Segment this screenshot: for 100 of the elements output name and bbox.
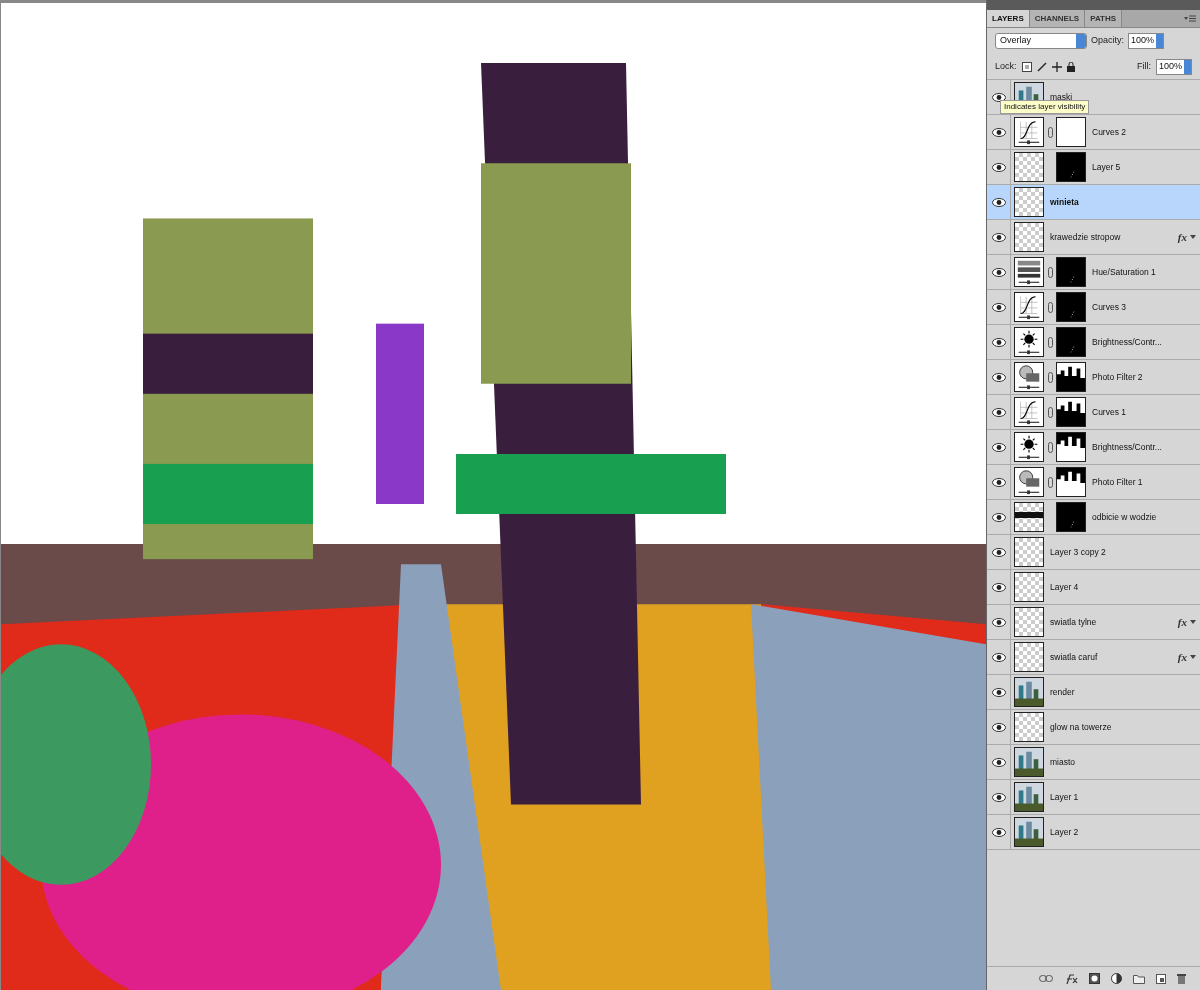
layer-name: Layer 1	[1050, 790, 1080, 804]
lock-transparency-icon[interactable]	[1021, 61, 1032, 72]
layer-mask	[1056, 467, 1086, 497]
folder-icon[interactable]	[1133, 973, 1145, 984]
chain-icon[interactable]	[1047, 371, 1053, 383]
caret-icon[interactable]	[1190, 235, 1196, 239]
layer-mask	[1056, 327, 1086, 357]
layer-row[interactable]: krawedzie stropow fx	[987, 220, 1200, 255]
brightness-icon	[1014, 432, 1044, 462]
layer-name: Brightness/Contr...	[1092, 335, 1163, 349]
layer-mask	[1056, 257, 1086, 287]
new-layer-icon[interactable]	[1156, 973, 1166, 984]
layer-row[interactable]: Layer 3 copy 2	[987, 535, 1200, 570]
layer-name: Layer 4	[1050, 580, 1080, 594]
chain-icon[interactable]	[1047, 476, 1053, 488]
link-icon[interactable]	[1039, 975, 1053, 982]
mask-icon[interactable]	[1089, 973, 1100, 984]
eye-icon[interactable]	[991, 792, 1006, 802]
move-icon[interactable]	[1051, 61, 1062, 72]
opacity-label: Opacity:	[1091, 34, 1124, 48]
eye-icon[interactable]	[991, 722, 1006, 732]
eye-icon[interactable]	[991, 232, 1006, 242]
chain-icon[interactable]	[1047, 126, 1053, 138]
layer-name: Photo Filter 1	[1092, 475, 1144, 489]
layer-row[interactable]: Curves 3	[987, 290, 1200, 325]
chain-icon[interactable]	[1047, 336, 1053, 348]
chain-icon[interactable]	[1047, 406, 1053, 418]
panel-tab[interactable]: CHANNELS	[1029, 10, 1086, 27]
layer-name: glow na towerze	[1050, 720, 1113, 734]
eye-icon[interactable]	[991, 827, 1006, 837]
eye-icon[interactable]	[991, 582, 1006, 592]
transparent-thumbnail	[1014, 642, 1044, 672]
layer-name: Layer 5	[1092, 160, 1122, 174]
transparent-thumbnail	[1014, 607, 1044, 637]
eye-icon[interactable]	[991, 302, 1006, 312]
eye-icon[interactable]	[991, 617, 1006, 627]
layer-row[interactable]: Layer 1	[987, 780, 1200, 815]
curves-icon	[1014, 117, 1044, 147]
layer-mask	[1056, 117, 1086, 147]
layer-mask	[1056, 502, 1086, 532]
chain-icon[interactable]	[1047, 441, 1053, 453]
panel-menu-icon[interactable]	[1184, 15, 1196, 22]
eye-icon[interactable]	[991, 442, 1006, 452]
layer-row[interactable]: swiatla tylne fx	[987, 605, 1200, 640]
transparent-thumbnail	[1014, 712, 1044, 742]
layer-name: winieta	[1050, 195, 1080, 209]
layer-row[interactable]: Hue/Saturation 1	[987, 255, 1200, 290]
layer-row[interactable]: Photo Filter 2	[987, 360, 1200, 395]
layer-row[interactable]: Brightness/Contr...	[987, 325, 1200, 360]
curves-icon	[1014, 292, 1044, 322]
caret-icon[interactable]	[1190, 655, 1196, 659]
panel-tab[interactable]: PATHS	[1085, 10, 1123, 27]
transparent-thumbnail	[1014, 187, 1044, 217]
eye-icon[interactable]	[991, 372, 1006, 382]
layer-row[interactable]: miasto	[987, 745, 1200, 780]
effects-label: fx	[1177, 229, 1188, 245]
layer-mask	[1056, 292, 1086, 322]
fx-icon[interactable]	[1064, 973, 1078, 984]
layer-row[interactable]: render	[987, 675, 1200, 710]
curves-icon	[1014, 397, 1044, 427]
layer-row[interactable]: Curves 2	[987, 115, 1200, 150]
layer-row[interactable]: glow na towerze	[987, 710, 1200, 745]
layer-row[interactable]: odbicie w wodzie	[987, 500, 1200, 535]
eye-icon[interactable]	[991, 407, 1006, 417]
opacity-field[interactable]: 100%	[1128, 33, 1164, 49]
caret-icon[interactable]	[1190, 620, 1196, 624]
layer-row[interactable]: winieta	[987, 185, 1200, 220]
eye-icon[interactable]	[991, 477, 1006, 487]
panel-tab[interactable]: LAYERS	[987, 10, 1030, 27]
hue-saturation-icon	[1014, 257, 1044, 287]
lock-icon[interactable]	[1066, 61, 1075, 72]
adjustment-icon[interactable]	[1111, 973, 1122, 984]
layer-row[interactable]: Layer 2	[987, 815, 1200, 850]
layer-row[interactable]: swiatla caruf fx	[987, 640, 1200, 675]
blend-mode-dropdown[interactable]: Overlay	[995, 33, 1087, 49]
trash-icon[interactable]	[1177, 973, 1186, 984]
transparent-thumbnail	[1014, 222, 1044, 252]
eye-icon[interactable]	[991, 687, 1006, 697]
layer-row[interactable]: Layer 5	[987, 150, 1200, 185]
eye-icon[interactable]	[991, 197, 1006, 207]
layer-row[interactable]: Photo Filter 1	[987, 465, 1200, 500]
eye-icon[interactable]	[991, 512, 1006, 522]
eye-icon[interactable]	[991, 162, 1006, 172]
eye-icon[interactable]	[991, 127, 1006, 137]
chain-icon[interactable]	[1047, 266, 1053, 278]
chain-icon[interactable]	[1047, 301, 1053, 313]
eye-icon[interactable]	[991, 547, 1006, 557]
eye-icon[interactable]	[991, 757, 1006, 767]
layer-row[interactable]: Layer 4	[987, 570, 1200, 605]
layer-name: Curves 1	[1092, 405, 1127, 419]
transparent-thumbnail	[1014, 152, 1044, 182]
layer-name: Photo Filter 2	[1092, 370, 1144, 384]
eye-icon[interactable]	[991, 267, 1006, 277]
brush-icon[interactable]	[1036, 61, 1047, 72]
eye-icon[interactable]	[991, 652, 1006, 662]
layer-row[interactable]: Brightness/Contr...	[987, 430, 1200, 465]
layer-row[interactable]: Curves 1	[987, 395, 1200, 430]
transparent-thumbnail	[1014, 502, 1044, 532]
fill-field[interactable]: 100%	[1156, 58, 1192, 75]
eye-icon[interactable]	[991, 337, 1006, 347]
